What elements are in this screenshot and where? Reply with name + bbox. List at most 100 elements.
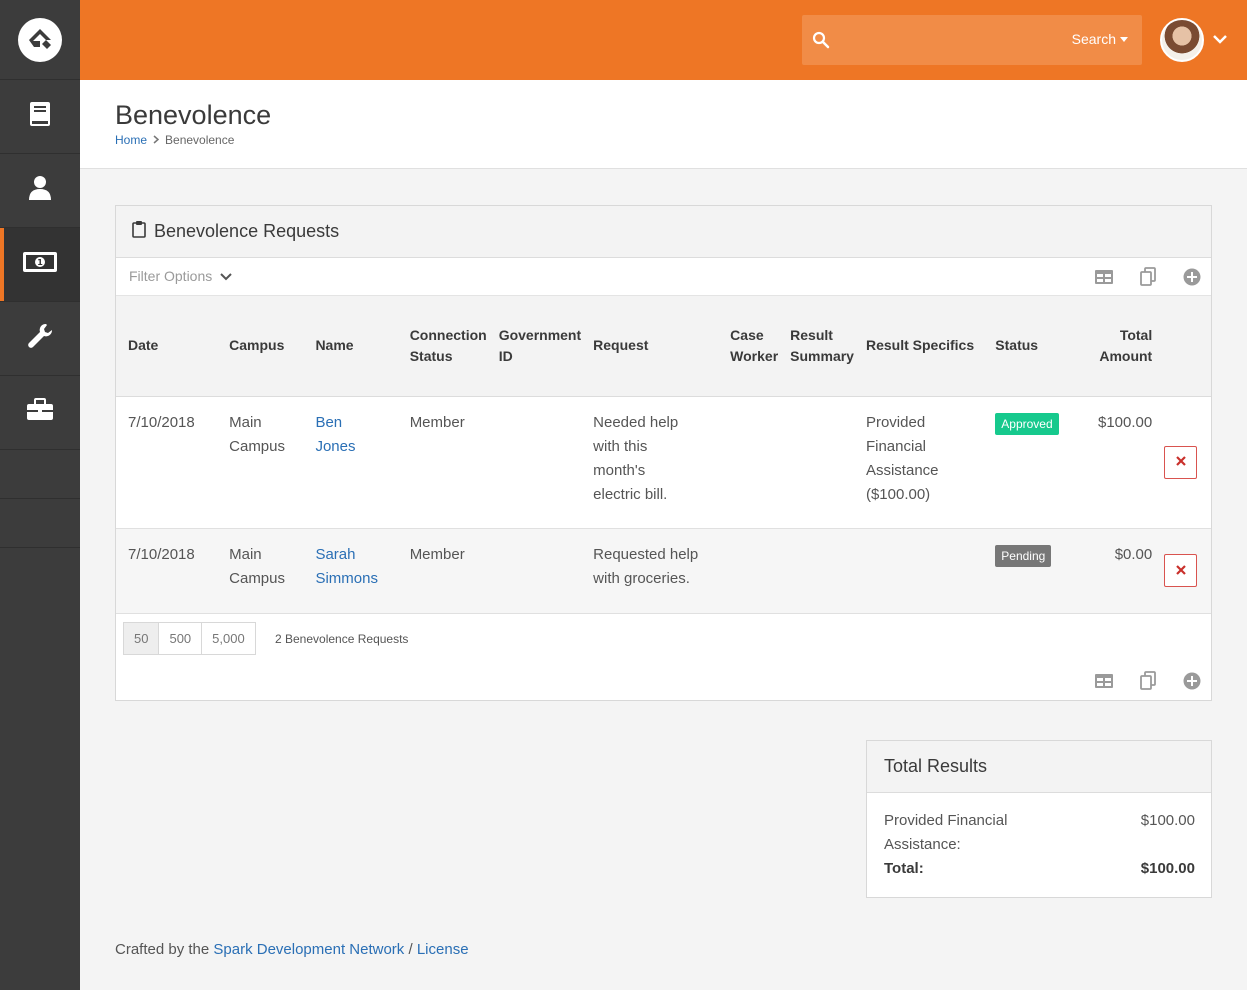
avatar[interactable] [1160,18,1204,62]
sidebar-spacer [0,450,80,499]
logo[interactable] [0,0,80,80]
search-type-dropdown[interactable]: Search [1072,31,1128,47]
cell-government-id [492,528,588,614]
col-name[interactable]: Name [309,296,404,397]
cell-result-summary [784,396,860,529]
sidebar-item-finance[interactable]: 1 [0,228,80,302]
rock-logo-icon [18,17,62,62]
page-header: Benevolence Home Benevolence [80,80,1247,169]
search-type-label: Search [1071,31,1116,47]
cell-total-amount: $0.00 [1073,528,1159,614]
chevron-right-icon [153,133,160,147]
benevolence-requests-panel: Benevolence Requests Filter Options Date… [115,205,1212,701]
sidebar-item-tools[interactable] [0,376,80,450]
status-badge: Approved [995,412,1059,435]
cell-status: Pending [989,528,1074,614]
cell-campus: Main Campus [223,528,310,614]
sidebar-item-general[interactable] [0,80,80,154]
cell-date: 7/10/2018 [116,528,224,614]
total-result-label: Provided Financial Assistance: [884,812,1008,853]
book-icon [27,100,53,133]
person-link[interactable]: Ben Jones [315,414,355,455]
panel-heading: Benevolence Requests [116,206,1211,258]
chevron-down-icon[interactable] [1212,32,1228,50]
cell-name: Ben Jones [309,396,404,529]
person-icon [27,174,53,207]
total-value: $100.00 [1140,860,1195,877]
caret-down-icon [1120,36,1128,42]
cell-result-specifics: Provided Financial Assistance ($100.00) [859,396,990,529]
col-status[interactable]: Status [989,296,1074,397]
top-bar: Search [80,0,1247,80]
grid-header-row: Date Campus Name Connection Status Govern… [116,296,1211,397]
excel-icon[interactable] [1093,670,1115,692]
cell-name: Sarah Simmons [309,528,404,614]
table-row[interactable]: 7/10/2018 Main Campus Sarah Simmons Member… [116,528,1211,614]
page-size-500[interactable]: 500 [158,621,203,655]
merge-icon[interactable] [1137,266,1159,288]
add-icon[interactable] [1181,670,1203,692]
spark-link[interactable]: Spark Development Network [213,941,404,958]
briefcase-icon [26,398,54,427]
col-date[interactable]: Date [116,296,224,397]
col-result-specifics[interactable]: Result Specifics [859,296,990,397]
page-size-50[interactable]: 50 [123,621,160,655]
cell-case-worker [724,528,785,614]
col-connection-status[interactable]: Connection Status [403,296,493,397]
search-box: Search [802,15,1142,65]
merge-icon[interactable] [1137,670,1159,692]
cell-date: 7/10/2018 [116,396,224,529]
person-link[interactable]: Sarah Simmons [315,546,378,587]
excel-icon[interactable] [1093,266,1115,288]
delete-button[interactable] [1164,445,1198,479]
add-icon[interactable] [1181,266,1203,288]
cell-request: Needed help with this month's electric bill… [587,396,725,529]
total-results-panel: Total Results Provided Financial Assistan… [866,740,1212,898]
total-results-title: Total Results [867,741,1211,793]
chevron-down-icon [220,268,232,284]
col-government-id[interactable]: Government ID [492,296,588,397]
filter-options-toggle[interactable]: Filter Options [129,268,232,284]
col-actions [1158,296,1211,397]
total-label: Total: [884,860,924,877]
search-input[interactable] [840,25,1060,55]
col-case-worker[interactable]: Case Worker [724,296,785,397]
total-result-item: Provided Financial Assistance: $100.00 [884,809,1195,857]
table-row[interactable]: 7/10/2018 Main Campus Ben Jones Member Nee… [116,396,1211,529]
requests-grid: Date Campus Name Connection Status Govern… [116,296,1211,614]
cell-connection-status: Member [403,396,493,529]
cell-actions [1158,396,1211,529]
footer: Crafted by the Spark Development Network… [115,941,469,958]
cell-result-summary [784,528,860,614]
status-badge: Pending [995,544,1052,567]
footer-prefix: Crafted by the [115,941,210,958]
cell-actions [1158,528,1211,614]
breadcrumb-home[interactable]: Home [115,133,147,147]
total-line: Total: $100.00 [884,857,1195,881]
svg-text:1: 1 [37,258,43,267]
total-results-body: Provided Financial Assistance: $100.00 To… [867,793,1211,881]
grid-actions-top [1093,266,1203,288]
col-result-summary[interactable]: Result Summary [784,296,860,397]
grid-actions-bottom [1093,670,1203,692]
cell-case-worker [724,396,785,529]
breadcrumb-current: Benevolence [165,133,235,147]
page-size-5000[interactable]: 5,000 [201,621,256,655]
clipboard-icon [132,220,146,243]
cell-government-id [492,396,588,529]
search-icon [812,31,830,54]
col-request[interactable]: Request [587,296,725,397]
sidebar-item-admin-tools[interactable] [0,302,80,376]
cell-campus: Main Campus [223,396,310,529]
filter-options-label: Filter Options [129,268,213,284]
cell-result-specifics [859,528,990,614]
cell-status: Approved [989,396,1074,529]
page-size-selector: 50 500 5,000 [123,621,256,655]
license-link[interactable]: License [417,941,469,958]
col-campus[interactable]: Campus [223,296,310,397]
footer-separator: / [408,941,413,958]
delete-button[interactable] [1164,554,1198,587]
sidebar-spacer [0,499,80,548]
col-total-amount[interactable]: Total Amount [1073,296,1159,397]
sidebar-item-people[interactable] [0,154,80,228]
